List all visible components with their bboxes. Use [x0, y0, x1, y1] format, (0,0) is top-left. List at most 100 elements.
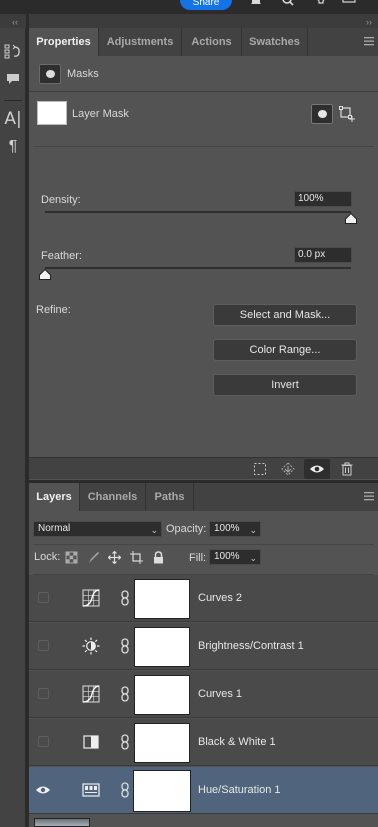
lock-transparent-pixels-icon[interactable]	[65, 551, 78, 564]
opacity-field[interactable]: 100% ⌄	[209, 521, 261, 537]
layer-mask-thumbnail[interactable]	[134, 723, 190, 763]
divider	[33, 544, 374, 545]
feather-field[interactable]: 0.0 px	[294, 247, 352, 263]
tab-swatches[interactable]: Swatches	[242, 28, 308, 56]
layer-row[interactable]: Curves 2	[29, 575, 378, 622]
density-slider-thumb[interactable]	[345, 213, 357, 224]
tab-layers[interactable]: Layers	[29, 483, 80, 511]
top-bar: Share	[0, 0, 378, 14]
load-selection-icon[interactable]	[253, 462, 267, 476]
vector-mask-icon[interactable]	[339, 106, 355, 122]
toolbar-divider	[4, 100, 22, 101]
visibility-toggle[interactable]	[38, 592, 49, 603]
layers-menu-icon[interactable]	[364, 491, 374, 501]
layer-name[interactable]: Brightness/Contrast 1	[198, 640, 304, 652]
visibility-toggle[interactable]	[38, 736, 49, 747]
chevron-down-icon[interactable]: ⌄	[249, 523, 257, 537]
feather-slider-thumb[interactable]	[39, 269, 51, 280]
density-label: Density:	[41, 194, 81, 206]
character-icon[interactable]: A|	[0, 108, 26, 130]
visibility-toggle[interactable]	[38, 640, 49, 651]
divider	[33, 146, 374, 147]
opacity-value: 100%	[214, 523, 240, 534]
invert-button[interactable]: Invert	[213, 374, 357, 396]
masks-header: Masks	[29, 56, 378, 92]
layer-name[interactable]: Curves 2	[198, 592, 242, 604]
tab-paths[interactable]: Paths	[146, 483, 194, 511]
collapse-left-icon[interactable]: ‹‹	[12, 17, 18, 27]
feather-label: Feather:	[41, 250, 82, 262]
tab-properties[interactable]: Properties	[29, 28, 99, 56]
lock-position-icon[interactable]	[108, 551, 121, 564]
select-and-mask-button[interactable]: Select and Mask...	[213, 304, 357, 326]
layer-row[interactable]: Hue/Saturation 1	[29, 767, 378, 814]
brightness-contrast-icon	[82, 637, 100, 655]
layers-tabs: Layers Channels Paths	[29, 483, 378, 511]
link-icon[interactable]	[120, 589, 130, 607]
layer-name[interactable]: Hue/Saturation 1	[198, 784, 281, 796]
toggle-mask-button[interactable]	[304, 459, 330, 479]
mask-icon	[39, 64, 61, 84]
density-field[interactable]: 100%	[294, 191, 352, 207]
tab-adjustments[interactable]: Adjustments	[99, 28, 182, 56]
eye-icon	[310, 465, 324, 473]
eye-icon[interactable]	[35, 783, 51, 797]
share-button[interactable]: Share	[180, 0, 232, 10]
layer-row[interactable]: Curves 1	[29, 671, 378, 718]
layer-row[interactable]: Brightness/Contrast 1	[29, 623, 378, 670]
layer-mask-label: Layer Mask	[72, 108, 129, 120]
fill-value: 100%	[214, 551, 240, 562]
refine-label: Refine:	[36, 304, 71, 316]
curves-icon	[82, 589, 100, 607]
properties-tabs: Properties Adjustments Actions Swatches	[29, 28, 378, 56]
layer-name[interactable]: Black & White 1	[198, 736, 276, 748]
link-icon[interactable]	[120, 733, 130, 751]
layer-mask-thumbnail[interactable]	[134, 579, 190, 619]
image-layer-thumbnail[interactable]	[34, 818, 90, 827]
bell-icon[interactable]	[249, 0, 263, 8]
lightbulb-icon[interactable]	[314, 0, 328, 8]
section-title: Masks	[67, 68, 99, 80]
fill-field[interactable]: 100% ⌄	[209, 549, 261, 565]
workspace-icon[interactable]	[342, 0, 356, 8]
blend-mode-dropdown[interactable]: Normal ⌄	[33, 521, 162, 537]
chevron-down-icon[interactable]: ⌄	[249, 551, 257, 565]
color-range-button[interactable]: Color Range...	[213, 339, 357, 361]
lock-all-icon[interactable]	[152, 551, 165, 564]
tab-actions[interactable]: Actions	[182, 28, 242, 56]
density-slider[interactable]	[45, 211, 351, 213]
panel-menu-icon[interactable]	[364, 36, 374, 46]
link-icon[interactable]	[120, 685, 130, 703]
layer-mask-thumbnail[interactable]	[133, 770, 191, 812]
tab-channels[interactable]: Channels	[80, 483, 146, 511]
feather-slider[interactable]	[45, 267, 351, 269]
black-white-icon	[83, 735, 99, 749]
apply-mask-icon[interactable]	[281, 462, 295, 476]
collapse-right-icon[interactable]: ››	[366, 17, 372, 27]
lock-label: Lock:	[34, 551, 61, 563]
layer-mask-thumbnail	[37, 101, 67, 125]
paragraph-icon[interactable]: ¶	[0, 136, 26, 158]
curves-icon	[82, 685, 100, 703]
prevent-auto-nesting-icon[interactable]	[130, 551, 143, 564]
opacity-label: Opacity:	[166, 523, 207, 535]
pixel-mask-icon[interactable]	[311, 104, 333, 124]
trash-icon[interactable]	[340, 462, 354, 476]
properties-panel: Properties Adjustments Actions Swatches …	[29, 28, 378, 480]
link-icon[interactable]	[120, 781, 130, 799]
link-icon[interactable]	[120, 637, 130, 655]
lock-image-pixels-icon[interactable]	[87, 551, 100, 564]
history-icon[interactable]	[0, 40, 26, 62]
chevron-down-icon: ⌄	[150, 525, 158, 535]
visibility-toggle[interactable]	[38, 688, 49, 699]
layer-row[interactable]: Black & White 1	[29, 719, 378, 766]
left-toolbar: A| ¶	[0, 28, 26, 827]
layer-mask-thumbnail[interactable]	[134, 675, 190, 715]
layer-mask-thumbnail[interactable]	[134, 627, 190, 667]
comments-icon[interactable]	[0, 68, 26, 90]
fill-label: Fill:	[189, 552, 207, 564]
layer-name[interactable]: Curves 1	[198, 688, 242, 700]
blend-mode-value: Normal	[38, 523, 71, 534]
layers-panel: Layers Channels Paths Normal ⌄ Opacity: 1…	[29, 483, 378, 827]
search-icon[interactable]	[281, 0, 295, 8]
